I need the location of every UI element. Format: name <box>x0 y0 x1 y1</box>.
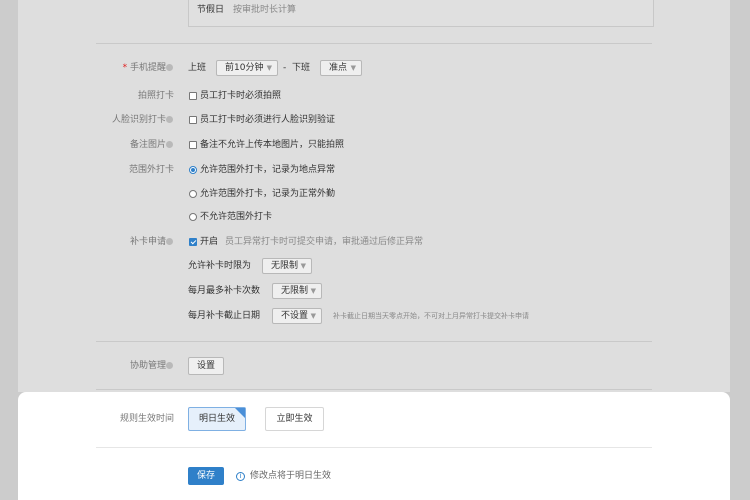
assist-settings-button[interactable]: 设置 <box>188 357 224 375</box>
out-of-range-radio-3[interactable] <box>189 213 197 221</box>
chevron-down-icon: ▼ <box>310 287 316 295</box>
makeup-deadline-value: 不设置 <box>281 311 309 321</box>
out-of-range-option-3: 不允许范围外打卡 <box>200 212 273 222</box>
makeup-monthly-max-select[interactable]: 无限制 ▼ <box>272 283 322 299</box>
settings-panel <box>18 0 730 392</box>
holiday-desc: 按审批时长计算 <box>233 5 297 15</box>
remark-photo-checkbox[interactable] <box>189 141 197 149</box>
off-duty-label: 下班 <box>292 63 311 73</box>
on-duty-label: 上班 <box>188 63 207 73</box>
out-of-range-label: 范围外打卡 <box>128 165 174 175</box>
photo-punch-option: 员工打卡时必须拍照 <box>200 91 282 101</box>
info-icon[interactable] <box>166 238 173 245</box>
on-duty-reminder-select[interactable]: 前10分钟 ▼ <box>216 60 278 76</box>
makeup-monthly-max-label: 每月最多补卡次数 <box>188 286 261 296</box>
chevron-down-icon: ▼ <box>300 262 306 270</box>
makeup-monthly-max-value: 无限制 <box>281 286 309 296</box>
makeup-time-limit-label: 允许补卡时限为 <box>188 261 252 271</box>
remark-photo-label: 备注图片 <box>129 140 166 150</box>
selected-corner-icon <box>235 408 245 418</box>
makeup-time-limit-select[interactable]: 无限制 ▼ <box>262 258 312 274</box>
out-of-range-radio-1[interactable] <box>189 166 197 174</box>
save-hint: 修改点将于明日生效 <box>250 471 332 481</box>
chevron-down-icon: ▼ <box>350 64 356 72</box>
makeup-deadline-hint: 补卡截止日期当天零点开始，不可对上月异常打卡提交补卡申请 <box>333 312 529 320</box>
effective-tomorrow-text: 明日生效 <box>198 414 235 424</box>
off-duty-reminder-select[interactable]: 准点 ▼ <box>320 60 362 76</box>
out-of-range-radio-2[interactable] <box>189 190 197 198</box>
makeup-enable-label: 开启 <box>200 237 219 247</box>
dash-separator: - <box>283 63 287 73</box>
photo-punch-checkbox[interactable] <box>189 92 197 100</box>
effective-time-panel <box>18 392 730 500</box>
required-mark: * <box>122 63 128 73</box>
divider <box>96 447 652 448</box>
divider <box>96 389 652 390</box>
face-punch-option: 员工打卡时必须进行人脸识别验证 <box>200 115 336 125</box>
divider <box>96 43 652 44</box>
phone-reminder-label-text: 手机提醒 <box>129 63 166 73</box>
makeup-time-limit-value: 无限制 <box>271 261 299 271</box>
chevron-down-icon: ▼ <box>310 312 316 320</box>
divider <box>96 341 652 342</box>
out-of-range-option-2: 允许范围外打卡，记录为正常外勤 <box>200 189 336 199</box>
makeup-enable-desc: 员工异常打卡时可提交申请，审批通过后修正异常 <box>225 237 424 247</box>
effective-time-label: 规则生效时间 <box>119 414 174 424</box>
assist-label: 协助管理 <box>129 361 166 371</box>
info-icon[interactable] <box>166 141 173 148</box>
phone-reminder-label: * 手机提醒 <box>123 62 166 74</box>
remark-photo-option: 备注不允许上传本地图片，只能拍照 <box>200 140 345 150</box>
makeup-enable-checkbox[interactable] <box>189 238 197 246</box>
photo-punch-label: 拍照打卡 <box>137 91 174 101</box>
info-icon: i <box>236 472 245 481</box>
face-punch-checkbox[interactable] <box>189 116 197 124</box>
chevron-down-icon: ▼ <box>266 64 272 72</box>
off-duty-reminder-value: 准点 <box>329 63 348 73</box>
face-punch-label: 人脸识别打卡 <box>111 115 166 125</box>
info-icon[interactable] <box>166 362 173 369</box>
holiday-label: 节假日 <box>197 5 225 15</box>
effective-tomorrow-option[interactable]: 明日生效 <box>188 407 246 431</box>
info-icon[interactable] <box>166 64 173 71</box>
on-duty-reminder-value: 前10分钟 <box>225 63 264 73</box>
makeup-label: 补卡申请 <box>129 237 166 247</box>
makeup-deadline-select[interactable]: 不设置 ▼ <box>272 308 322 324</box>
effective-now-option[interactable]: 立即生效 <box>265 407 324 431</box>
save-button[interactable]: 保存 <box>188 467 224 485</box>
makeup-deadline-label: 每月补卡截止日期 <box>188 311 261 321</box>
out-of-range-option-1: 允许范围外打卡，记录为地点异常 <box>200 165 336 175</box>
info-icon[interactable] <box>166 116 173 123</box>
